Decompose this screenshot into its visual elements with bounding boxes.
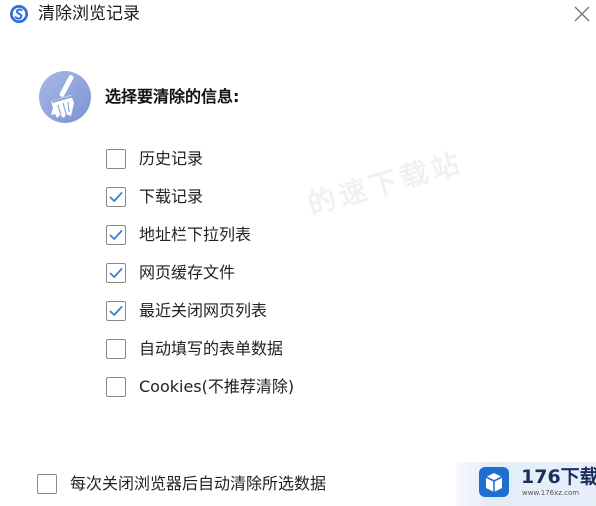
page-cache-checkbox[interactable] [106, 263, 126, 283]
window-title: 清除浏览记录 [38, 4, 140, 24]
option-label: 历史记录 [139, 149, 204, 168]
auto-clear-checkbox[interactable] [37, 474, 57, 494]
option-downloads[interactable]: 下载记录 [106, 178, 426, 216]
close-button[interactable] [571, 3, 593, 25]
watermark-brand: 176下载网 [521, 466, 596, 488]
option-recently-closed[interactable]: 最近关闭网页列表 [106, 292, 426, 330]
checkmark-icon [109, 230, 123, 240]
recently-closed-checkbox[interactable] [106, 301, 126, 321]
option-label: 网页缓存文件 [139, 263, 236, 282]
option-label: 地址栏下拉列表 [139, 225, 252, 244]
auto-clear-on-exit-option[interactable]: 每次关闭浏览器后自动清除所选数据 [37, 472, 326, 496]
option-address-bar-dropdown[interactable]: 地址栏下拉列表 [106, 216, 426, 254]
option-autofill-forms[interactable]: 自动填写的表单数据 [106, 330, 426, 368]
clear-browsing-data-dialog: 清除浏览记录 选择要清除的信息: 历史记录 下载记录 地址栏下拉列表 网页缓存文… [0, 0, 596, 506]
cookies-checkbox[interactable] [106, 377, 126, 397]
close-icon [574, 6, 590, 22]
clear-options-list: 历史记录 下载记录 地址栏下拉列表 网页缓存文件 最近关闭网页列表 自动填写的表… [106, 140, 426, 406]
checkmark-icon [109, 268, 123, 278]
option-history[interactable]: 历史记录 [106, 140, 426, 178]
option-cookies[interactable]: Cookies(不推荐清除) [106, 368, 426, 406]
option-page-cache[interactable]: 网页缓存文件 [106, 254, 426, 292]
option-label: 自动填写的表单数据 [139, 339, 284, 358]
option-label: Cookies(不推荐清除) [139, 377, 295, 396]
downloads-checkbox[interactable] [106, 187, 126, 207]
checkmark-icon [109, 192, 123, 202]
autofill-forms-checkbox[interactable] [106, 339, 126, 359]
option-label: 最近关闭网页列表 [139, 301, 268, 320]
checkmark-icon [109, 306, 123, 316]
title-bar[interactable]: 清除浏览记录 [0, 0, 596, 30]
watermark-logo-icon [478, 466, 510, 498]
sogou-browser-logo-icon [9, 4, 29, 24]
broom-icon [38, 70, 92, 124]
section-heading: 选择要清除的信息: [105, 87, 240, 106]
address-bar-dropdown-checkbox[interactable] [106, 225, 126, 245]
auto-clear-label: 每次关闭浏览器后自动清除所选数据 [70, 474, 327, 493]
watermark-site: www.176xz.com [522, 489, 580, 497]
corner-watermark: 176下载网 www.176xz.com [456, 462, 596, 506]
history-checkbox[interactable] [106, 149, 126, 169]
option-label: 下载记录 [139, 187, 204, 206]
